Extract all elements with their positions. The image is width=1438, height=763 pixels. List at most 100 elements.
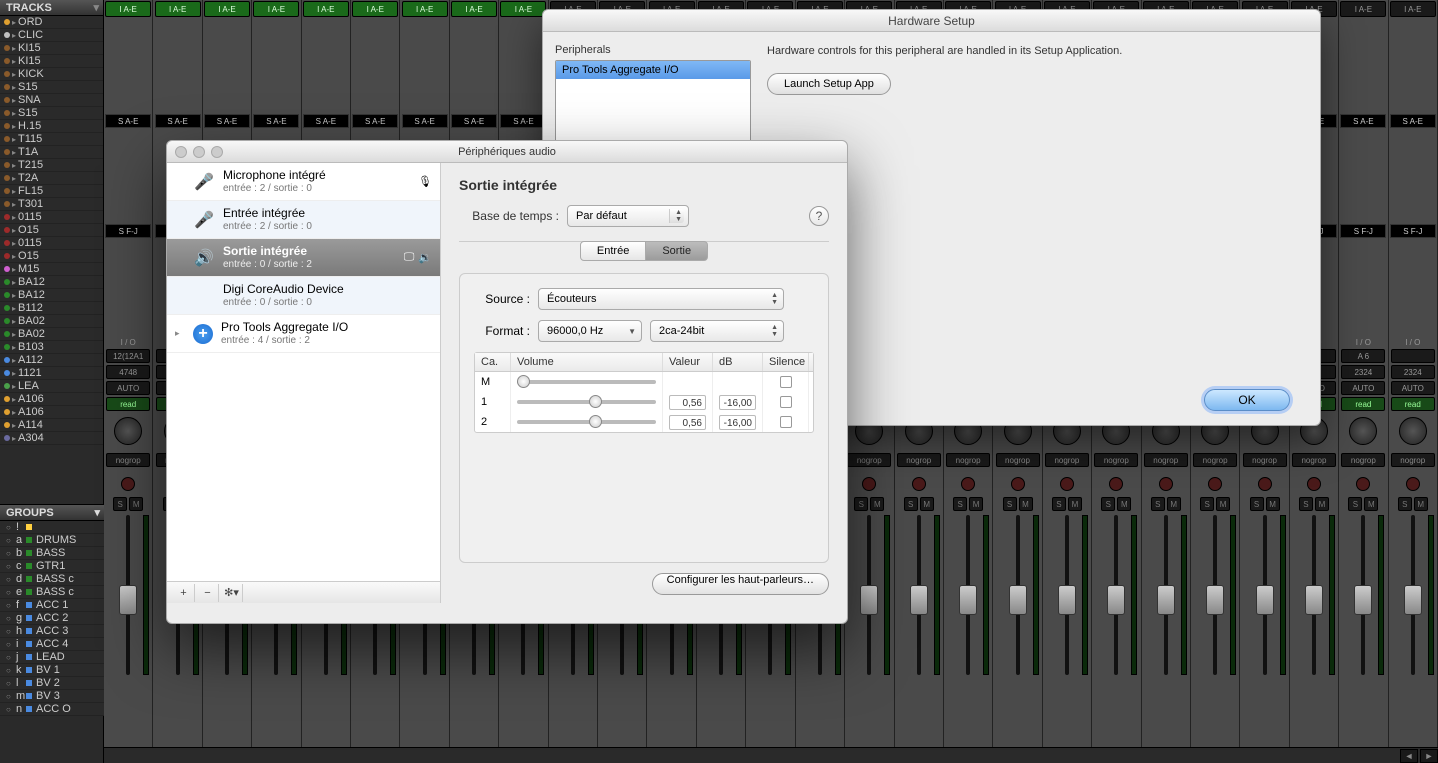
fader[interactable] (995, 515, 1041, 675)
mute-button[interactable]: M (1167, 497, 1181, 511)
group-assign[interactable]: nogrop (847, 453, 891, 467)
help-icon[interactable]: ? (809, 206, 829, 226)
group-assign[interactable]: nogrop (996, 453, 1040, 467)
record-button[interactable] (1307, 477, 1321, 491)
track-row[interactable]: ▸O15 (0, 250, 103, 263)
send-label[interactable]: S A-E (352, 114, 398, 128)
device-row[interactable]: ▸+Pro Tools Aggregate I/Oentrée : 4 / so… (167, 315, 440, 353)
slider-thumb[interactable] (589, 395, 602, 408)
ok-button[interactable]: OK (1204, 389, 1290, 411)
fader-cap[interactable] (119, 585, 137, 615)
pan-knob[interactable] (1349, 417, 1377, 445)
io-input[interactable]: 12(12A1 (106, 349, 150, 363)
device-row[interactable]: 🔊Sortie intégréeentrée : 0 / sortie : 2🖵… (167, 239, 440, 277)
db-field[interactable]: -16,00 (719, 415, 756, 430)
fader[interactable] (846, 515, 892, 675)
group-assign[interactable]: nogrop (1292, 453, 1336, 467)
send-label[interactable]: S F-J (1390, 224, 1436, 238)
fader-cap[interactable] (1404, 585, 1422, 615)
disclosure-icon[interactable]: ▸ (175, 328, 185, 339)
track-row[interactable]: ▸BA12 (0, 276, 103, 289)
solo-button[interactable]: S (1200, 497, 1214, 511)
record-button[interactable] (912, 477, 926, 491)
send-label[interactable]: S A-E (451, 114, 497, 128)
send-label[interactable]: S F-J (1340, 224, 1386, 238)
track-row[interactable]: ▸H.15 (0, 120, 103, 133)
mute-button[interactable]: M (1414, 497, 1428, 511)
fader[interactable] (1390, 515, 1436, 675)
solo-button[interactable]: S (953, 497, 967, 511)
mute-checkbox[interactable] (780, 396, 792, 408)
value-field[interactable]: 0,56 (669, 395, 706, 410)
mute-button[interactable]: M (1364, 497, 1378, 511)
add-device-button[interactable]: + (173, 584, 195, 602)
fader-cap[interactable] (860, 585, 878, 615)
mute-button[interactable]: M (1019, 497, 1033, 511)
groups-header[interactable]: GROUPS ▾ (0, 505, 104, 521)
track-row[interactable]: ▸M15 (0, 263, 103, 276)
group-row[interactable]: ○eBASS c (0, 586, 104, 599)
insert-slot[interactable]: I A-E (155, 1, 201, 17)
format-hz-select[interactable]: 96000,0 Hz ▼ (538, 320, 642, 342)
record-button[interactable] (121, 477, 135, 491)
configure-speakers-button[interactable]: Configurer les haut-parleurs… (652, 573, 829, 595)
record-button[interactable] (961, 477, 975, 491)
insert-slot[interactable]: I A-E (303, 1, 349, 17)
tab-input[interactable]: Entrée (580, 241, 646, 261)
fader-cap[interactable] (1305, 585, 1323, 615)
track-row[interactable]: ▸SNA (0, 94, 103, 107)
peripheral-item[interactable]: Pro Tools Aggregate I/O (556, 61, 750, 79)
automation-mode[interactable]: read (106, 397, 150, 411)
mute-button[interactable]: M (920, 497, 934, 511)
fader[interactable] (1093, 515, 1139, 675)
launch-setup-button[interactable]: Launch Setup App (767, 73, 891, 95)
insert-slot[interactable]: I A-E (1390, 1, 1436, 17)
scroll-left-icon[interactable]: ◄ (1400, 749, 1418, 763)
track-row[interactable]: ▸1121 (0, 367, 103, 380)
disclosure-icon[interactable]: ▾ (94, 506, 100, 519)
group-assign[interactable]: nogrop (1045, 453, 1089, 467)
insert-slot[interactable]: I A-E (1340, 1, 1386, 17)
value-field[interactable]: 0,56 (669, 415, 706, 430)
db-field[interactable]: -16,00 (719, 395, 756, 410)
fader[interactable] (105, 515, 151, 675)
track-row[interactable]: ▸B103 (0, 341, 103, 354)
send-label[interactable]: S A-E (1390, 114, 1436, 128)
fader[interactable] (1192, 515, 1238, 675)
track-row[interactable]: ▸ORD (0, 16, 103, 29)
fader-cap[interactable] (910, 585, 928, 615)
insert-slot[interactable]: I A-E (204, 1, 250, 17)
io-input[interactable]: A 6 (1341, 349, 1385, 363)
track-row[interactable]: ▸B112 (0, 302, 103, 315)
group-row[interactable]: ○cGTR1 (0, 560, 104, 573)
group-row[interactable]: ○lBV 2 (0, 677, 104, 690)
slider-thumb[interactable] (589, 415, 602, 428)
solo-button[interactable]: S (1003, 497, 1017, 511)
send-label[interactable]: S A-E (105, 114, 151, 128)
group-row[interactable]: ○iACC 4 (0, 638, 104, 651)
mute-button[interactable]: M (129, 497, 143, 511)
send-label[interactable]: S A-E (155, 114, 201, 128)
fader-cap[interactable] (959, 585, 977, 615)
horizontal-scrollbar[interactable]: ◄ ► (104, 747, 1438, 763)
send-label[interactable]: S F-J (105, 224, 151, 238)
group-assign[interactable]: nogrop (1094, 453, 1138, 467)
tab-output[interactable]: Sortie (646, 241, 708, 261)
send-label[interactable]: S A-E (1340, 114, 1386, 128)
device-row[interactable]: Digi CoreAudio Deviceentrée : 0 / sortie… (167, 277, 440, 315)
io-input[interactable] (1391, 349, 1435, 363)
send-label[interactable]: S A-E (500, 114, 546, 128)
device-row[interactable]: 🎤Microphone intégréentrée : 2 / sortie :… (167, 163, 440, 201)
record-button[interactable] (1356, 477, 1370, 491)
insert-slot[interactable]: I A-E (253, 1, 299, 17)
group-row[interactable]: ○mBV 3 (0, 690, 104, 703)
track-row[interactable]: ▸A112 (0, 354, 103, 367)
solo-button[interactable]: S (1299, 497, 1313, 511)
group-row[interactable]: ○gACC 2 (0, 612, 104, 625)
tracks-header[interactable]: TRACKS ▾ (0, 0, 103, 16)
track-row[interactable]: ▸KICK (0, 68, 103, 81)
mute-checkbox[interactable] (780, 416, 792, 428)
track-row[interactable]: ▸0115 (0, 211, 103, 224)
format-bits-select[interactable]: 2ca-24bit▲▼ (650, 320, 784, 342)
fader[interactable] (896, 515, 942, 675)
